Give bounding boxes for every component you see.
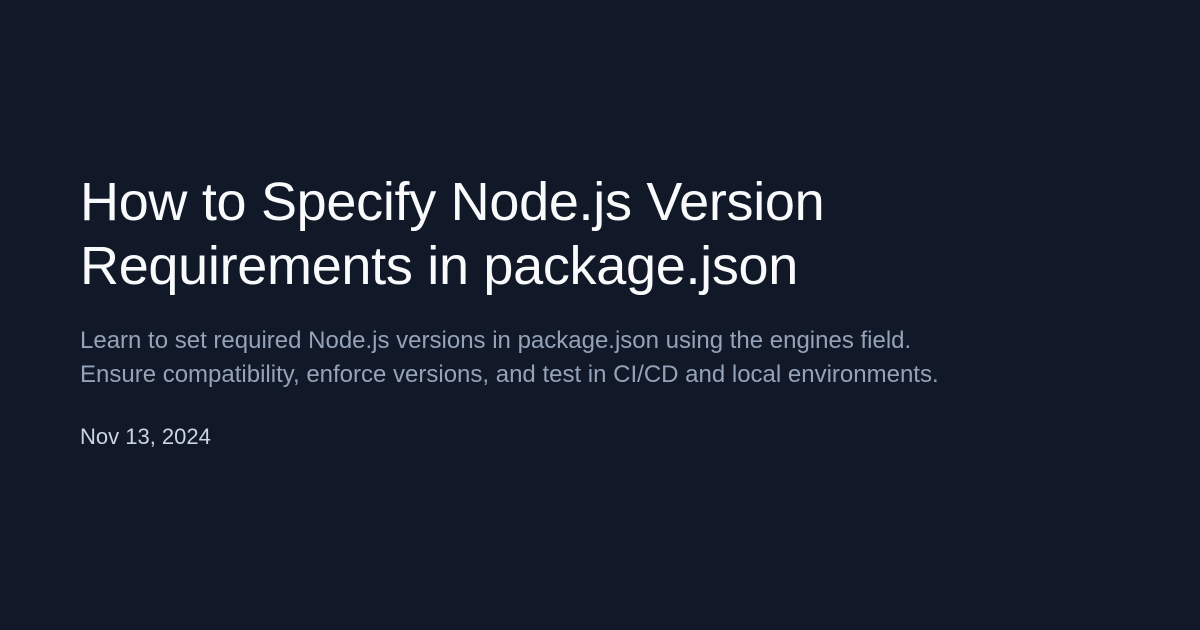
publish-date: Nov 13, 2024	[80, 424, 211, 449]
article-preview-card: How to Specify Node.js Version Requireme…	[80, 170, 1140, 452]
article-description-line-2: Ensure compatibility, enforce versions, …	[80, 361, 939, 388]
article-description-line-1: Learn to set required Node.js versions i…	[80, 327, 912, 354]
article-description: Learn to set required Node.js versions i…	[80, 324, 1140, 392]
article-title-line-1: How to Specify Node.js Version	[80, 172, 825, 232]
article-title: How to Specify Node.js Version Requireme…	[80, 170, 1140, 298]
article-title-line-2: Requirements in package.json	[80, 236, 799, 296]
